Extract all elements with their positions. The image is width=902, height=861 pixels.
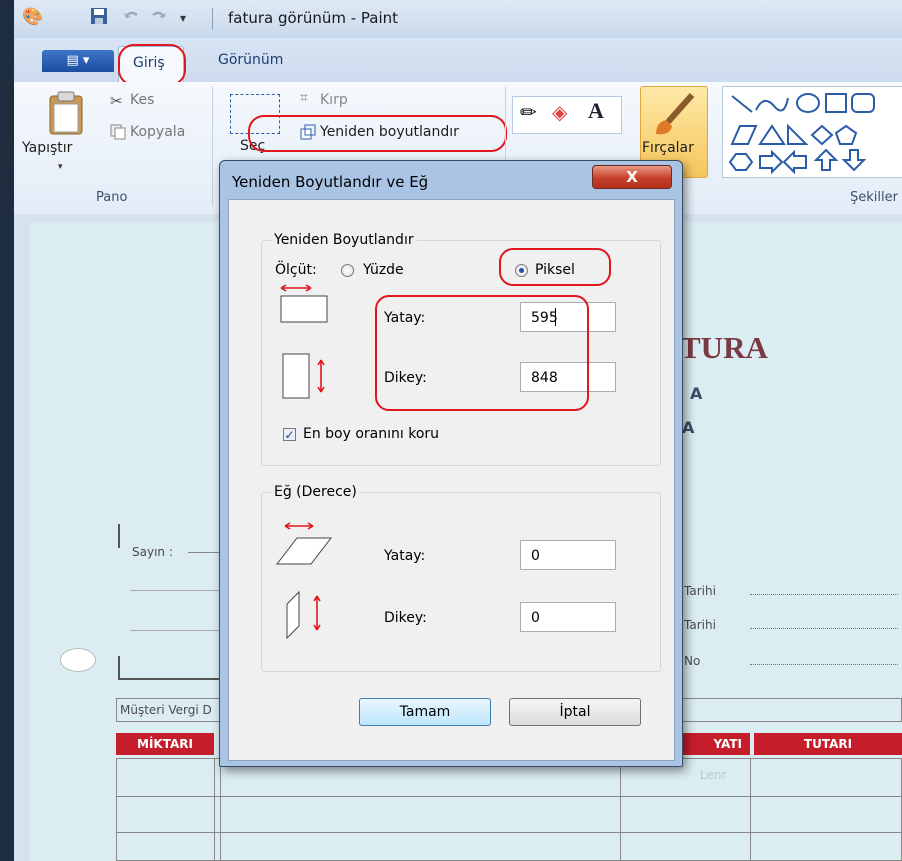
percent-radio[interactable] xyxy=(341,264,354,277)
copy-icon xyxy=(110,124,126,144)
pencil-icon[interactable]: ✏ xyxy=(520,100,537,124)
document-rule xyxy=(130,630,220,631)
paint-app-icon[interactable]: 🎨 xyxy=(22,7,43,27)
table-col-line xyxy=(750,758,751,861)
annotation-resize-button xyxy=(248,115,507,152)
document-rule xyxy=(188,552,220,553)
brushes-label: Fırçalar xyxy=(642,140,694,156)
resize-section-title: Yeniden Boyutlandır xyxy=(274,232,414,248)
save-icon[interactable] xyxy=(90,7,108,30)
cut-icon: ✂ xyxy=(110,92,123,110)
horizontal-resize-icon xyxy=(273,284,333,328)
quick-access-dropdown-icon[interactable]: ▾ xyxy=(180,11,186,25)
brush-icon xyxy=(652,92,696,142)
annotation-home-tab xyxy=(118,44,186,86)
fill-icon[interactable]: ◈ xyxy=(552,100,567,124)
table-row-line xyxy=(116,832,902,833)
cut-button[interactable]: Kes xyxy=(130,92,154,108)
column-header-total: TUTARI xyxy=(754,733,902,755)
skew-vertical-input[interactable]: 0 xyxy=(520,602,616,632)
document-bracket xyxy=(118,678,220,680)
shapes-icon xyxy=(726,88,896,178)
keep-aspect-ratio-label[interactable]: En boy oranını koru xyxy=(303,426,439,442)
dialog-body: Yeniden Boyutlandır Ölçüt: Yüzde Piksel … xyxy=(228,199,675,761)
tax-label: Müşteri Vergi D xyxy=(120,703,212,717)
document-title: TURA xyxy=(680,330,768,365)
document-field-label: Tarihi xyxy=(684,618,716,632)
cancel-button[interactable]: İptal xyxy=(509,698,641,726)
document-letter: A xyxy=(690,384,703,403)
skew-horizontal-label: Yatay: xyxy=(384,548,426,564)
items-table xyxy=(116,758,902,861)
vertical-skew-icon xyxy=(283,588,333,644)
measure-by-label: Ölçüt: xyxy=(275,262,317,278)
crop-button[interactable]: Kırp xyxy=(320,92,348,108)
document-letter: A xyxy=(682,418,695,437)
percent-label[interactable]: Yüzde xyxy=(363,262,404,278)
skew-section-title: Eğ (Derece) xyxy=(274,484,357,500)
skew-horizontal-input[interactable]: 0 xyxy=(520,540,616,570)
shapes-group-label: Şekiller xyxy=(850,190,898,205)
document-bracket xyxy=(118,524,120,548)
paste-dropdown-icon[interactable]: ▾ xyxy=(58,162,63,172)
ok-button[interactable]: Tamam xyxy=(359,698,491,726)
document-dotted-line xyxy=(750,594,898,595)
vertical-resize-icon xyxy=(281,352,331,406)
document-dear-label: Sayın : xyxy=(132,545,173,559)
title-divider xyxy=(212,8,213,30)
annotation-pixels xyxy=(499,248,611,286)
crop-icon: ⌗ xyxy=(300,90,308,106)
desktop-strip xyxy=(0,0,14,861)
table-col-line xyxy=(620,758,621,861)
document-rule xyxy=(130,590,220,591)
redo-icon[interactable] xyxy=(150,7,168,30)
table-col-line xyxy=(220,758,221,861)
table-col-line xyxy=(214,758,215,861)
title-bar xyxy=(14,0,902,38)
dialog-close-button[interactable]: X xyxy=(592,165,672,189)
document-field-label: Tarihi xyxy=(684,584,716,598)
keep-aspect-ratio-checkbox[interactable]: ✓ xyxy=(283,428,296,441)
skew-vertical-label: Dikey: xyxy=(384,610,427,626)
ribbon-separator xyxy=(212,86,213,206)
text-tool-icon[interactable]: A xyxy=(588,98,604,124)
document-dotted-line xyxy=(750,628,898,629)
resize-skew-dialog: Yeniden Boyutlandır ve Eğ X Yeniden Boyu… xyxy=(219,160,683,767)
paste-button[interactable]: Yapıştır xyxy=(22,140,72,156)
paint-menu-button[interactable]: ▤ ▾ xyxy=(42,50,114,72)
dialog-title: Yeniden Boyutlandır ve Eğ xyxy=(232,173,429,191)
column-header-quantity: MİKTARI xyxy=(116,733,214,755)
document-dotted-line xyxy=(750,664,898,665)
copy-button[interactable]: Kopyala xyxy=(130,124,185,140)
horizontal-skew-icon xyxy=(273,520,333,572)
table-row-line xyxy=(116,796,902,797)
tab-view[interactable]: Görünüm xyxy=(218,52,283,68)
annotation-dimensions xyxy=(375,295,589,411)
clipboard-group-label: Pano xyxy=(96,190,128,205)
punch-hole xyxy=(60,648,96,672)
window-title: fatura görünüm - Paint xyxy=(228,9,399,27)
document-field-label: No xyxy=(684,654,701,668)
faint-text: Lenr xyxy=(700,768,727,782)
document-bracket xyxy=(118,656,120,680)
undo-icon[interactable] xyxy=(122,7,140,30)
paste-icon xyxy=(48,90,84,140)
